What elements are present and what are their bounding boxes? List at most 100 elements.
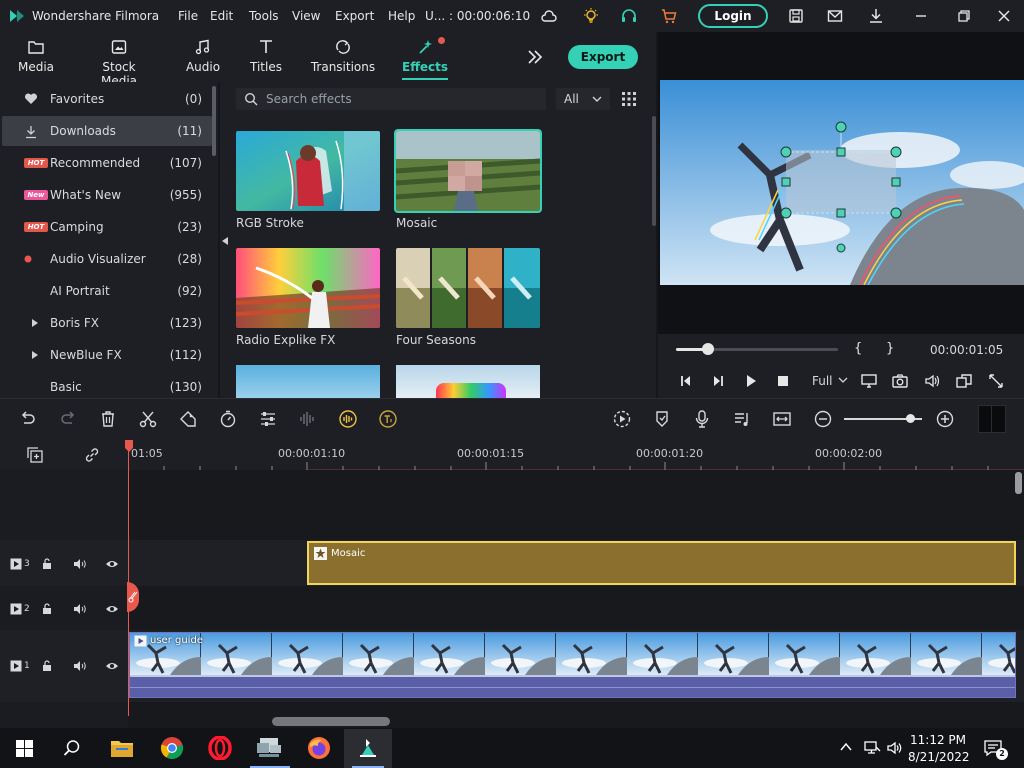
text-to-speech-icon[interactable]: [378, 409, 398, 429]
collapse-sidebar-icon[interactable]: [221, 236, 229, 246]
network-icon[interactable]: [863, 740, 881, 756]
category-downloads[interactable]: Downloads (11): [2, 116, 212, 146]
effect-thumb-rgb-stroke[interactable]: [236, 131, 380, 211]
menu-tools[interactable]: Tools: [249, 9, 279, 23]
audio-waveform-icon[interactable]: [298, 409, 318, 429]
file-explorer-icon[interactable]: [110, 738, 134, 758]
adjust-sliders-icon[interactable]: [258, 409, 278, 429]
close-icon[interactable]: [995, 7, 1013, 25]
mosaic-bounding-box[interactable]: [660, 80, 1024, 285]
login-button[interactable]: Login: [698, 4, 768, 28]
eye-icon[interactable]: [105, 660, 119, 672]
category-ai-portrait[interactable]: AI Portrait (92): [2, 276, 212, 306]
timeline-horizontal-scrollbar[interactable]: [272, 717, 390, 726]
category-audio-visualizer[interactable]: Audio Visualizer (28): [2, 244, 212, 274]
render-preview-icon[interactable]: [612, 409, 632, 429]
playback-progress-track[interactable]: [676, 348, 838, 351]
taskbar-search-icon[interactable]: [63, 739, 81, 757]
microphone-icon[interactable]: [692, 409, 712, 429]
taskbar-active-app[interactable]: [344, 729, 392, 768]
speaker-icon[interactable]: [73, 603, 87, 615]
minimize-icon[interactable]: [912, 7, 930, 25]
play-icon[interactable]: [743, 373, 759, 389]
speaker-icon[interactable]: [73, 558, 87, 570]
taskbar-clock[interactable]: 11:12 PM 8/21/2022: [908, 732, 970, 766]
cloud-icon[interactable]: [540, 7, 558, 25]
save-icon[interactable]: [787, 7, 805, 25]
category-favorites[interactable]: Favorites (0): [2, 84, 212, 114]
lightbulb-icon[interactable]: [582, 7, 600, 25]
grid-view-icon[interactable]: [621, 91, 637, 107]
menu-edit[interactable]: Edit: [210, 9, 233, 23]
scissors-icon[interactable]: [138, 409, 158, 429]
add-track-icon[interactable]: [26, 446, 44, 464]
lock-icon[interactable]: [41, 558, 53, 570]
effect-thumb-radio-explike[interactable]: [236, 248, 380, 328]
menu-export[interactable]: Export: [335, 9, 374, 23]
redo-icon[interactable]: [58, 409, 78, 429]
effect-thumb-four-seasons[interactable]: [396, 248, 540, 328]
delete-icon[interactable]: [98, 409, 118, 429]
menu-view[interactable]: View: [292, 9, 320, 23]
category-newblue-fx[interactable]: NewBlue FX (112): [2, 340, 212, 370]
undo-icon[interactable]: [18, 409, 38, 429]
tab-audio[interactable]: Audio: [184, 36, 222, 78]
tag-icon[interactable]: [178, 409, 198, 429]
category-boris-fx[interactable]: Boris FX (123): [2, 308, 212, 338]
category-camping[interactable]: HOT Camping (23): [2, 212, 212, 242]
display-monitor-icon[interactable]: [860, 372, 878, 390]
zoom-out-icon[interactable]: [813, 409, 833, 429]
tab-stock-media[interactable]: Stock Media: [84, 36, 154, 88]
volume-icon[interactable]: [923, 372, 941, 390]
opera-icon[interactable]: [208, 736, 232, 760]
pip-layout-icon[interactable]: [955, 372, 973, 390]
fit-timeline-icon[interactable]: [772, 409, 792, 429]
headset-support-icon[interactable]: [620, 7, 638, 25]
effects-scrollbar[interactable]: [652, 116, 656, 226]
windows-start-icon[interactable]: [16, 740, 33, 757]
mail-icon[interactable]: [826, 7, 844, 25]
eye-icon[interactable]: [105, 558, 119, 570]
lock-icon[interactable]: [41, 603, 53, 615]
audio-mixer-icon[interactable]: [732, 409, 752, 429]
export-button[interactable]: Export: [568, 45, 638, 69]
playhead-handle[interactable]: [124, 440, 134, 452]
tab-transitions[interactable]: Transitions: [310, 36, 376, 78]
ai-audio-stretch-icon[interactable]: [338, 409, 358, 429]
stop-icon[interactable]: [775, 373, 791, 389]
category-recommended[interactable]: HOT Recommended (107): [2, 148, 212, 178]
expand-arrow-icon[interactable]: [31, 350, 39, 360]
expand-arrow-icon[interactable]: [31, 318, 39, 328]
zoom-in-icon[interactable]: [935, 409, 955, 429]
chrome-icon[interactable]: [160, 736, 184, 760]
effect-clip-mosaic[interactable]: Mosaic: [307, 541, 1016, 585]
playhead[interactable]: [128, 440, 129, 716]
effect-thumb-mosaic[interactable]: [394, 129, 542, 213]
speed-timer-icon[interactable]: [218, 409, 238, 429]
lock-icon[interactable]: [41, 660, 53, 672]
search-input[interactable]: [266, 91, 536, 107]
effect-thumb-partial[interactable]: [236, 365, 380, 398]
tray-chevron-up-icon[interactable]: [840, 742, 852, 752]
menu-help[interactable]: Help: [388, 9, 415, 23]
restore-icon[interactable]: [955, 7, 973, 25]
step-forward-icon[interactable]: [710, 373, 726, 389]
layout-toggle-button[interactable]: [978, 405, 1006, 433]
download-update-icon[interactable]: [867, 7, 885, 25]
cart-icon[interactable]: [660, 7, 678, 25]
speaker-icon[interactable]: [73, 660, 87, 672]
firefox-icon[interactable]: [307, 736, 331, 760]
link-icon[interactable]: [83, 446, 101, 464]
double-chevron-right-icon[interactable]: [526, 48, 544, 66]
snapshot-camera-icon[interactable]: [891, 372, 909, 390]
menu-file[interactable]: File: [178, 9, 198, 23]
mark-out-button[interactable]: }: [886, 341, 894, 356]
tray-volume-icon[interactable]: [886, 740, 904, 756]
render-quality-dropdown[interactable]: Full: [812, 374, 833, 388]
tab-media[interactable]: Media: [14, 36, 58, 78]
step-back-icon[interactable]: [678, 373, 694, 389]
eye-icon[interactable]: [105, 603, 119, 615]
video-clip-user-guide[interactable]: user guide: [129, 632, 1016, 698]
marker-shield-icon[interactable]: [652, 409, 672, 429]
video-viewer[interactable]: [660, 80, 1024, 285]
